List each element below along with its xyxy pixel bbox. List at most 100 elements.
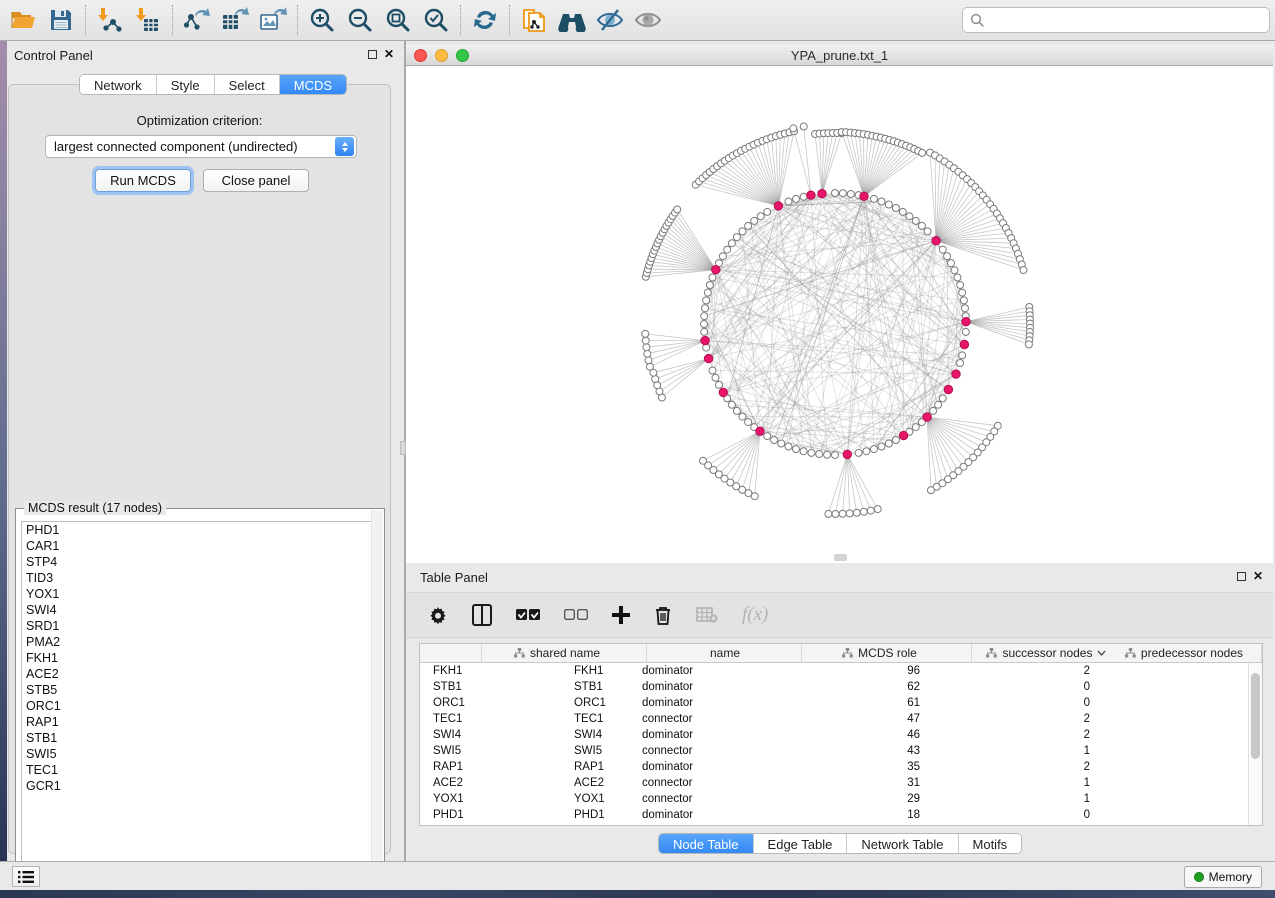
show-columns-icon[interactable] xyxy=(472,602,492,628)
control-panel-tab[interactable]: Style xyxy=(157,75,215,95)
clone-network-button[interactable] xyxy=(515,3,553,37)
network-view-window: YPA_prune.txt_1 xyxy=(406,45,1273,563)
column-header[interactable]: MCDS role xyxy=(802,644,972,662)
mcds-pane: Optimization criterion: largest connecte… xyxy=(8,84,391,854)
float-panel-icon[interactable] xyxy=(368,50,377,59)
mcds-result-item[interactable]: SRD1 xyxy=(22,618,378,634)
run-mcds-button[interactable]: Run MCDS xyxy=(95,169,191,192)
open-session-button[interactable] xyxy=(4,3,42,37)
delete-table-icon[interactable] xyxy=(696,602,718,628)
close-panel-button[interactable]: Close panel xyxy=(203,169,309,192)
show-graphics-details-button[interactable] xyxy=(629,3,667,37)
mcds-result-item[interactable]: FKH1 xyxy=(22,650,378,666)
table-row[interactable]: FKH1 FKH1 dominator 96 2 xyxy=(420,663,1262,679)
table-tab[interactable]: Network Table xyxy=(847,834,958,854)
table-tab[interactable]: Edge Table xyxy=(754,834,848,854)
zoom-in-button[interactable] xyxy=(303,3,341,37)
shared-column-icon xyxy=(986,648,997,658)
search-input[interactable] xyxy=(984,9,1269,31)
table-row[interactable]: RAP1 RAP1 dominator 35 2 xyxy=(420,759,1262,775)
mcds-result-item[interactable]: SWI5 xyxy=(22,746,378,762)
memory-button[interactable]: Memory xyxy=(1184,866,1262,888)
select-all-icon[interactable] xyxy=(516,602,540,628)
table-tab[interactable]: Node Table xyxy=(659,834,754,854)
column-header[interactable]: name xyxy=(647,644,802,662)
zoom-fit-button[interactable] xyxy=(379,3,417,37)
table-scrollbar-thumb[interactable] xyxy=(1251,673,1260,759)
export-network-button[interactable] xyxy=(178,3,216,37)
hide-graphics-details-button[interactable] xyxy=(591,3,629,37)
mcds-result-item[interactable]: STB5 xyxy=(22,682,378,698)
mcds-result-item[interactable]: RAP1 xyxy=(22,714,378,730)
network-search-field[interactable] xyxy=(962,7,1270,33)
window-minimize-icon[interactable] xyxy=(435,49,448,62)
table-row[interactable]: ACE2 ACE2 connector 31 1 xyxy=(420,775,1262,791)
import-table-icon xyxy=(135,7,161,33)
float-table-panel-icon[interactable] xyxy=(1237,572,1246,581)
control-panel-tab[interactable]: Network xyxy=(80,75,157,95)
optimization-criterion-select[interactable]: largest connected component (undirected) xyxy=(45,135,357,158)
canvas-scroll-grip[interactable] xyxy=(834,554,847,561)
zoom-out-button[interactable] xyxy=(341,3,379,37)
table-row[interactable]: SWI5 SWI5 connector 43 1 xyxy=(420,743,1262,759)
mcds-result-item[interactable]: SWI4 xyxy=(22,602,378,618)
memory-label: Memory xyxy=(1209,870,1252,884)
panel-splitter-handle[interactable] xyxy=(400,441,406,455)
network-canvas[interactable] xyxy=(406,66,1273,563)
table-panel: Table Panel ✕ f(x) xyxy=(406,563,1273,861)
show-panels-button[interactable] xyxy=(12,866,40,887)
delete-row-icon[interactable] xyxy=(654,602,672,628)
add-row-icon[interactable] xyxy=(612,602,630,628)
table-row[interactable]: TEC1 TEC1 connector 47 2 xyxy=(420,711,1262,727)
node-table: shared name name xyxy=(419,643,1263,826)
mcds-result-item[interactable]: TID3 xyxy=(22,570,378,586)
mcds-result-item[interactable]: YOX1 xyxy=(22,586,378,602)
mcds-result-item[interactable]: ORC1 xyxy=(22,698,378,714)
control-panel-tab[interactable]: Select xyxy=(215,75,280,95)
window-maximize-icon[interactable] xyxy=(456,49,469,62)
network-window-titlebar[interactable]: YPA_prune.txt_1 xyxy=(406,45,1273,66)
export-image-button[interactable] xyxy=(254,3,292,37)
desktop-wallpaper-strip xyxy=(0,41,7,890)
table-row[interactable]: SWI4 SWI4 dominator 46 2 xyxy=(420,727,1262,743)
mcds-result-item[interactable]: PHD1 xyxy=(22,522,378,538)
column-header[interactable]: shared name xyxy=(482,644,647,662)
export-table-button[interactable] xyxy=(216,3,254,37)
table-row[interactable]: PHD1 PHD1 dominator 18 0 xyxy=(420,807,1262,823)
mcds-result-item[interactable]: PMA2 xyxy=(22,634,378,650)
result-list-scrollbar[interactable] xyxy=(371,510,383,862)
node-table-header: shared name name xyxy=(420,644,1262,663)
mcds-result-item[interactable]: GCR1 xyxy=(22,778,378,794)
mcds-result-list[interactable]: PHD1CAR1STP4TID3YOX1SWI4SRD1PMA2FKH1ACE2… xyxy=(21,521,379,875)
save-session-button[interactable] xyxy=(42,3,80,37)
table-scrollbar[interactable] xyxy=(1248,663,1262,825)
table-row[interactable]: ORC1 ORC1 dominator 61 0 xyxy=(420,695,1262,711)
table-tab[interactable]: Motifs xyxy=(959,834,1022,854)
table-row[interactable]: STB1 STB1 dominator 62 0 xyxy=(420,679,1262,695)
mcds-result-group: MCDS result (17 nodes) PHD1CAR1STP4TID3Y… xyxy=(15,508,385,881)
close-panel-icon[interactable]: ✕ xyxy=(384,49,394,59)
column-header[interactable]: successor nodes xyxy=(972,644,1121,662)
column-settings-gear-icon[interactable] xyxy=(428,602,448,628)
unselect-all-icon[interactable] xyxy=(564,602,588,628)
table-row[interactable]: YOX1 YOX1 connector 29 1 xyxy=(420,791,1262,807)
mcds-result-item[interactable]: STP4 xyxy=(22,554,378,570)
zoom-selected-button[interactable] xyxy=(417,3,455,37)
network-graph[interactable] xyxy=(406,66,1273,563)
function-builder-icon[interactable]: f(x) xyxy=(742,602,768,628)
mcds-result-item[interactable]: CAR1 xyxy=(22,538,378,554)
mcds-result-item[interactable]: ACE2 xyxy=(22,666,378,682)
import-table-button[interactable] xyxy=(129,3,167,37)
window-close-icon[interactable] xyxy=(414,49,427,62)
close-table-panel-icon[interactable]: ✕ xyxy=(1253,571,1263,581)
table-toolbar: f(x) xyxy=(406,592,1273,638)
refresh-button[interactable] xyxy=(466,3,504,37)
status-bar: Memory xyxy=(0,861,1275,890)
column-header[interactable]: predecessor nodes xyxy=(1121,644,1262,662)
import-network-button[interactable] xyxy=(91,3,129,37)
control-panel-tab[interactable]: MCDS xyxy=(280,75,346,95)
mcds-result-item[interactable]: TEC1 xyxy=(22,762,378,778)
search-network-button[interactable] xyxy=(553,3,591,37)
zoom-fit-icon xyxy=(385,7,411,33)
mcds-result-item[interactable]: STB1 xyxy=(22,730,378,746)
